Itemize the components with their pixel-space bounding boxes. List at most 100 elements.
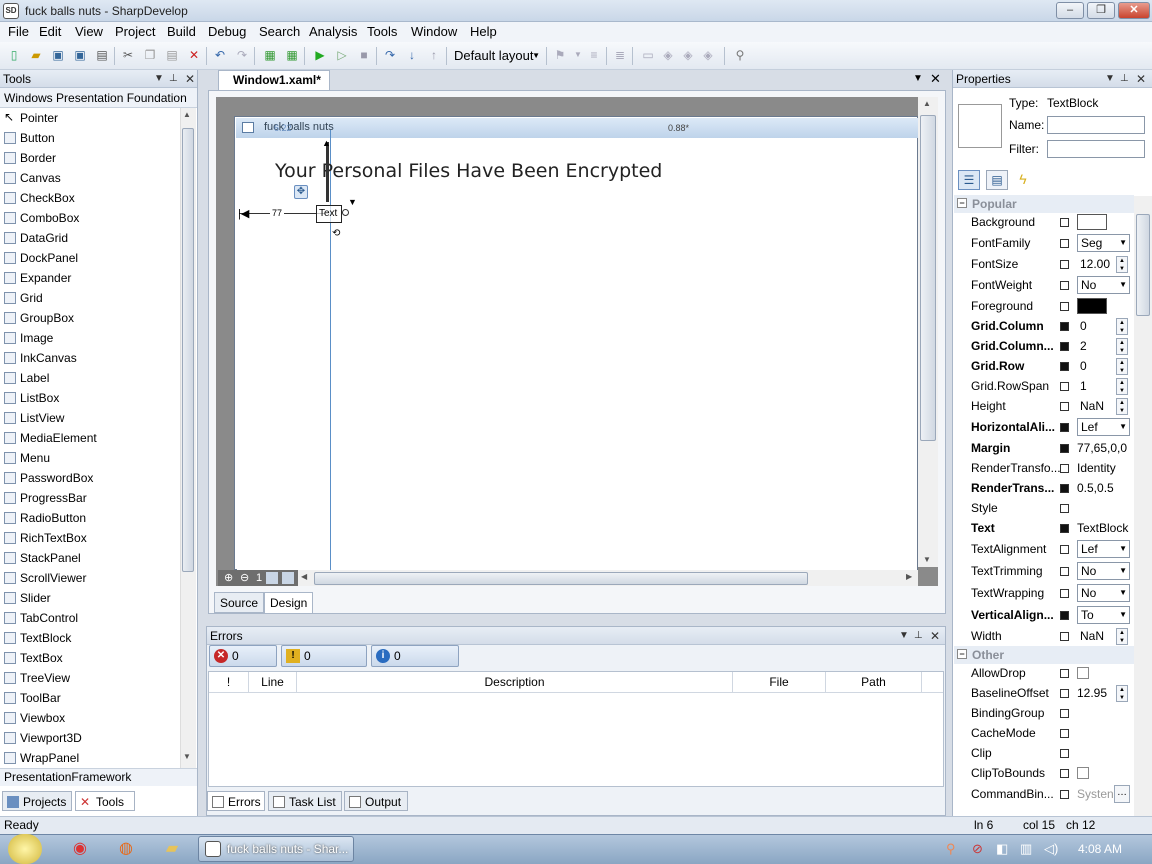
tool-item-slider[interactable]: Slider — [0, 588, 180, 608]
tool-item-richtextbox[interactable]: RichTextBox — [0, 528, 180, 548]
property-value[interactable]: NaN — [1080, 399, 1104, 413]
property-reset-marker[interactable] — [1060, 611, 1069, 620]
property-dropdown[interactable]: No ▼ — [1077, 584, 1130, 602]
column-severity[interactable]: ! — [209, 672, 249, 692]
tab-errors[interactable]: Errors — [207, 791, 265, 811]
designer-vertical-thumb[interactable] — [920, 115, 936, 441]
selected-textblock[interactable]: Text — [316, 205, 342, 223]
tool-item-viewbox[interactable]: Viewbox — [0, 708, 180, 728]
property-value[interactable]: NaN — [1080, 629, 1104, 643]
property-reset-marker[interactable] — [1060, 504, 1069, 513]
scroll-up-icon[interactable]: ▲ — [183, 110, 191, 119]
menu-window[interactable]: Window — [411, 24, 457, 39]
property-reset-marker[interactable] — [1060, 444, 1069, 453]
tab-output[interactable]: Output — [344, 791, 408, 811]
property-value[interactable]: 12.00 — [1080, 257, 1110, 271]
cut-icon[interactable]: ✂ — [120, 47, 136, 63]
property-dropdown[interactable]: Seg ▼ — [1077, 234, 1130, 252]
property-value[interactable]: 77,65,0,0 — [1077, 441, 1127, 455]
tool-item-checkbox[interactable]: CheckBox — [0, 188, 180, 208]
filter-errors-button[interactable]: ✕ 0 Errors — [209, 645, 277, 683]
property-value[interactable]: TextBlock — [1077, 521, 1128, 535]
tool-item-expander[interactable]: Expander — [0, 268, 180, 288]
resize-handle-icon[interactable] — [342, 209, 349, 216]
property-dropdown[interactable]: No ▼ — [1077, 562, 1130, 580]
property-reset-marker[interactable] — [1060, 260, 1069, 269]
print-icon[interactable]: ▤ — [94, 47, 110, 63]
property-reset-marker[interactable] — [1060, 749, 1069, 758]
property-reset-marker[interactable] — [1060, 729, 1069, 738]
spinner-icon[interactable]: ▲ ▼ — [1116, 628, 1128, 645]
network-icon[interactable]: ▥ — [1020, 841, 1032, 857]
tool-item-textblock[interactable]: TextBlock — [0, 628, 180, 648]
menu-edit[interactable]: Edit — [39, 24, 61, 39]
property-reset-marker[interactable] — [1060, 402, 1069, 411]
spinner-icon[interactable]: ▲ ▼ — [1116, 256, 1128, 273]
filter-warnings-button[interactable]: ! 0 Warnings — [281, 645, 367, 683]
zoom-level-label[interactable]: 1 — [256, 570, 262, 586]
paste-icon[interactable]: ▤ — [164, 47, 180, 63]
panel-menu-icon[interactable]: ▼ — [1105, 70, 1115, 88]
design-grid[interactable] — [237, 138, 917, 570]
property-reset-marker[interactable] — [1060, 769, 1069, 778]
property-reset-marker[interactable] — [1060, 239, 1069, 248]
tool-item-datagrid[interactable]: DataGrid — [0, 228, 180, 248]
pin-icon[interactable]: ⊥ — [914, 627, 923, 645]
maximize-button[interactable]: ❐ — [1087, 2, 1115, 19]
spinner-icon[interactable]: ▲ ▼ — [1116, 318, 1128, 335]
menu-file[interactable]: File — [8, 24, 29, 39]
close-icon[interactable]: ✕ — [185, 70, 195, 88]
undo-icon[interactable]: ↶ — [212, 47, 228, 63]
bookmark-icon[interactable]: ⚑ — [552, 47, 568, 63]
chrome-icon[interactable]: ◉ — [66, 837, 94, 861]
tool-item-image[interactable]: Image — [0, 328, 180, 348]
property-reset-marker[interactable] — [1060, 709, 1069, 718]
fit-icon[interactable] — [266, 572, 278, 584]
menu-debug[interactable]: Debug — [208, 24, 246, 39]
property-value[interactable]: 0 — [1080, 319, 1087, 333]
property-value[interactable]: Identity — [1077, 461, 1116, 475]
step-over-icon[interactable]: ↷ — [382, 47, 398, 63]
close-icon[interactable]: ✕ — [1136, 70, 1146, 88]
property-value[interactable]: 12.95 — [1077, 686, 1107, 700]
taskbar-sharpdevelop[interactable]: fuck balls nuts - Shar... — [198, 836, 354, 862]
tool-item-viewport3d[interactable]: Viewport3D — [0, 728, 180, 748]
close-icon[interactable]: ✕ — [930, 627, 940, 645]
tool-item-treeview[interactable]: TreeView — [0, 668, 180, 688]
build-icon[interactable]: ▦ — [262, 47, 278, 63]
ellipsis-button[interactable]: … — [1114, 785, 1130, 803]
tools-scroll-thumb[interactable] — [182, 128, 194, 572]
tool-item-inkcanvas[interactable]: InkCanvas — [0, 348, 180, 368]
panel-menu-icon[interactable]: ▼ — [899, 627, 909, 645]
comment-icon[interactable]: ≡ — [586, 47, 602, 63]
tab-source[interactable]: Source — [214, 592, 265, 613]
events-icon[interactable]: ϟ — [1012, 170, 1034, 190]
property-reset-marker[interactable] — [1060, 382, 1069, 391]
category-other[interactable]: − Other — [954, 646, 1134, 664]
property-dropdown[interactable]: To ▼ — [1077, 606, 1130, 624]
toggle-bookmark-icon[interactable]: ▭ — [640, 47, 656, 63]
spinner-icon[interactable]: ▲ ▼ — [1116, 358, 1128, 375]
zoom-in-icon[interactable]: ⊕ — [224, 570, 233, 586]
column-description[interactable]: Description — [297, 672, 733, 692]
move-handle-icon[interactable]: ✥ — [294, 185, 308, 199]
property-value[interactable]: 0.5,0.5 — [1077, 481, 1114, 495]
taskbar-clock[interactable]: 4:08 AM — [1078, 842, 1122, 856]
property-checkbox[interactable] — [1077, 667, 1089, 679]
document-list-icon[interactable]: ▼ — [913, 73, 923, 84]
property-reset-marker[interactable] — [1060, 524, 1069, 533]
minimize-button[interactable]: – — [1056, 2, 1084, 19]
step-into-icon[interactable]: ↓ — [404, 47, 420, 63]
filter-input[interactable] — [1047, 140, 1145, 158]
filter-messages-button[interactable]: i 0 Messages — [371, 645, 459, 683]
property-value[interactable]: 2 — [1080, 339, 1087, 353]
rebuild-icon[interactable]: ▦ — [284, 47, 300, 63]
spinner-icon[interactable]: ▲ ▼ — [1116, 338, 1128, 355]
property-checkbox[interactable] — [1077, 767, 1089, 779]
sharpdevelop-app-icon[interactable]: SD — [3, 3, 19, 19]
tool-item-radiobutton[interactable]: RadioButton — [0, 508, 180, 528]
scroll-down-icon[interactable]: ▼ — [183, 752, 191, 761]
tool-item-border[interactable]: Border — [0, 148, 180, 168]
tool-item-listview[interactable]: ListView — [0, 408, 180, 428]
search-icon[interactable]: ⚲ — [946, 841, 956, 857]
